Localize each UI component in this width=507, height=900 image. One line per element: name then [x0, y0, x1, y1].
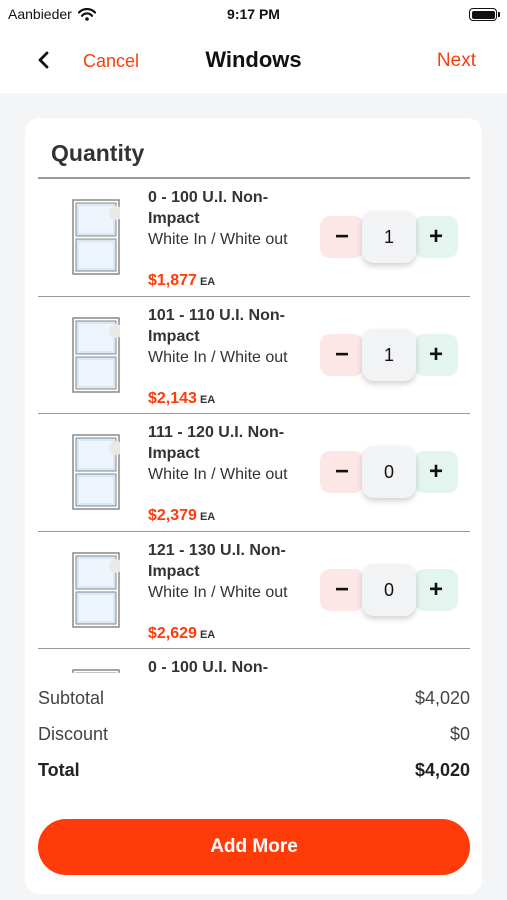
battery-level	[471, 10, 495, 19]
quantity-field[interactable]: 0	[362, 563, 416, 616]
quantity-stepper: − + 1	[320, 328, 458, 381]
chevron-left-icon[interactable]	[32, 48, 56, 72]
add-more-button[interactable]: Add More	[38, 819, 470, 875]
price-unit: EA	[199, 511, 216, 523]
total-row: Total $4,020	[38, 760, 470, 781]
item-price: $2,629	[148, 624, 197, 642]
list-item: 0 - 100 U.I. Non-Impact White In / White…	[38, 179, 470, 297]
navigation-bar: Cancel Windows Next	[0, 30, 507, 92]
item-price-line: $2,143 EA	[148, 389, 215, 410]
window-thumbnail	[72, 316, 120, 393]
window-thumbnail	[72, 199, 120, 275]
item-price: $2,143	[148, 389, 197, 407]
item-price-line: $1,877 EA	[148, 271, 215, 292]
status-bar: Aanbieder 9:17 PM	[0, 0, 507, 30]
item-name: 0 - 100 U.I. Non-	[148, 659, 269, 673]
item-color: White In / White out	[148, 348, 288, 366]
quantity-field[interactable]: 0	[362, 446, 416, 498]
total-label: Total	[38, 760, 80, 780]
price-unit: EA	[199, 276, 216, 288]
page-title: Windows	[205, 47, 302, 72]
quantity-field[interactable]: 1	[362, 328, 416, 381]
increment-button[interactable]: +	[414, 568, 458, 611]
window-thumbnail	[72, 551, 120, 628]
list-item: 0 - 100 U.I. Non-	[38, 649, 470, 673]
window-list[interactable]: 0 - 100 U.I. Non-Impact White In / White…	[38, 179, 470, 673]
decrement-button[interactable]: −	[320, 451, 364, 493]
price-unit: EA	[199, 628, 216, 641]
discount-row: Discount $0	[38, 724, 470, 745]
total-value: $4,020	[414, 760, 470, 780]
window-thumbnail	[72, 434, 120, 510]
decrement-button[interactable]: −	[320, 216, 364, 258]
item-price: $2,379	[148, 507, 197, 524]
list-item: 111 - 120 U.I. Non-Impact White In / Whi…	[38, 414, 470, 532]
decrement-button[interactable]: −	[320, 568, 364, 611]
quantity-stepper: − + 0	[320, 446, 458, 498]
increment-button[interactable]: +	[414, 216, 458, 258]
quantity-field[interactable]: 1	[362, 211, 416, 263]
item-name: 111 - 120 U.I. Non-Impact	[148, 424, 285, 462]
item-name: 121 - 130 U.I. Non-Impact	[148, 541, 286, 580]
item-name: 101 - 110 U.I. Non-Impact	[148, 306, 285, 345]
item-price: $1,877	[148, 272, 197, 289]
discount-label: Discount	[38, 724, 109, 744]
item-price-line: $2,379 EA	[148, 506, 215, 527]
list-item: 101 - 110 U.I. Non-Impact White In / Whi…	[38, 297, 470, 414]
quantity-title: Quantity	[51, 140, 145, 166]
quantity-stepper: − + 1	[320, 211, 458, 263]
cancel-button[interactable]: Cancel	[83, 51, 139, 72]
price-unit: EA	[199, 393, 216, 406]
subtotal-label: Subtotal	[38, 688, 105, 708]
decrement-button[interactable]: −	[320, 333, 364, 376]
status-time: 9:17 PM	[227, 6, 280, 22]
item-color: White In / White out	[148, 466, 288, 483]
battery-icon	[469, 8, 500, 21]
item-price-line: $2,629 EA	[148, 624, 215, 645]
list-item: 121 - 130 U.I. Non-Impact White In / Whi…	[38, 532, 470, 649]
next-button[interactable]: Next	[437, 50, 476, 72]
item-color: White In / White out	[148, 231, 288, 248]
subtotal-row: Subtotal $4,020	[38, 688, 470, 709]
increment-button[interactable]: +	[414, 451, 458, 493]
discount-value: $0	[449, 724, 470, 744]
quantity-stepper: − + 0	[320, 563, 458, 616]
item-name: 0 - 100 U.I. Non-Impact	[148, 189, 269, 227]
subtotal-value: $4,020	[414, 688, 470, 708]
increment-button[interactable]: +	[414, 333, 458, 376]
item-color: White In / White out	[148, 583, 288, 601]
window-thumbnail	[72, 669, 120, 673]
